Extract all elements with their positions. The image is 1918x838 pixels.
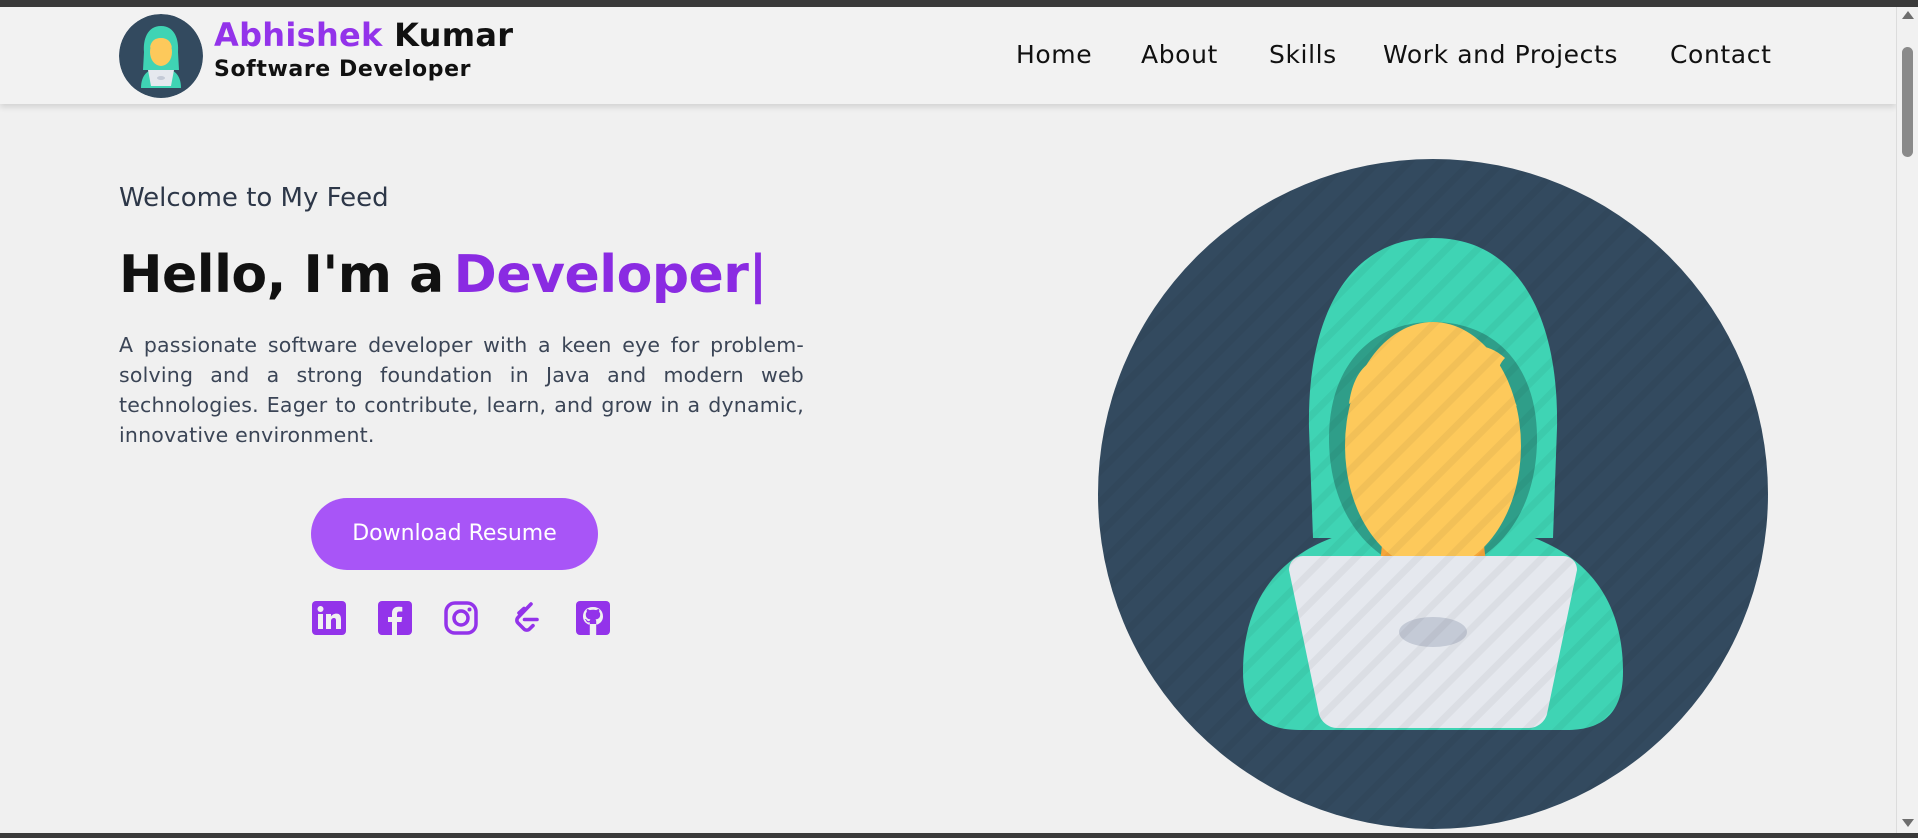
- download-resume-button[interactable]: Download Resume: [311, 498, 598, 570]
- nav-home[interactable]: Home: [1016, 40, 1092, 69]
- hero-heading: Hello, I'm a Developer|: [119, 245, 767, 305]
- brand-first-name: Abhishek: [214, 16, 383, 54]
- instagram-icon[interactable]: [443, 600, 479, 636]
- site-header: Abhishek Kumar Software Developer Home A…: [0, 7, 1896, 104]
- scroll-up-arrow-icon[interactable]: [1902, 11, 1914, 19]
- nav-work-and-projects[interactable]: Work and Projects: [1383, 40, 1618, 69]
- nav-about[interactable]: About: [1141, 40, 1218, 69]
- github-icon[interactable]: [575, 600, 611, 636]
- scrollbar-thumb[interactable]: [1902, 47, 1913, 157]
- nav-contact[interactable]: Contact: [1670, 40, 1771, 69]
- brand-role: Software Developer: [214, 57, 472, 82]
- leetcode-icon[interactable]: [509, 600, 545, 636]
- nav-skills[interactable]: Skills: [1269, 40, 1337, 69]
- brand-avatar[interactable]: [119, 14, 203, 98]
- window-bottom-edge: [0, 833, 1918, 838]
- scroll-down-arrow-icon[interactable]: [1902, 819, 1914, 827]
- welcome-text: Welcome to My Feed: [119, 183, 389, 213]
- typing-cursor: |: [748, 245, 767, 305]
- developer-illustration: [1098, 159, 1768, 829]
- window-top-edge: [0, 0, 1918, 7]
- hero-bio: A passionate software developer with a k…: [119, 333, 804, 447]
- typed-role-text: Developer: [453, 245, 749, 305]
- facebook-icon[interactable]: [377, 600, 413, 636]
- brand-name[interactable]: Abhishek Kumar: [214, 16, 513, 54]
- page-viewport: Abhishek Kumar Software Developer Home A…: [0, 7, 1896, 833]
- brand-last-name: Kumar: [394, 16, 514, 54]
- vertical-scrollbar[interactable]: [1896, 7, 1918, 833]
- greeting-text: Hello, I'm a: [119, 245, 444, 305]
- linkedin-icon[interactable]: [311, 600, 347, 636]
